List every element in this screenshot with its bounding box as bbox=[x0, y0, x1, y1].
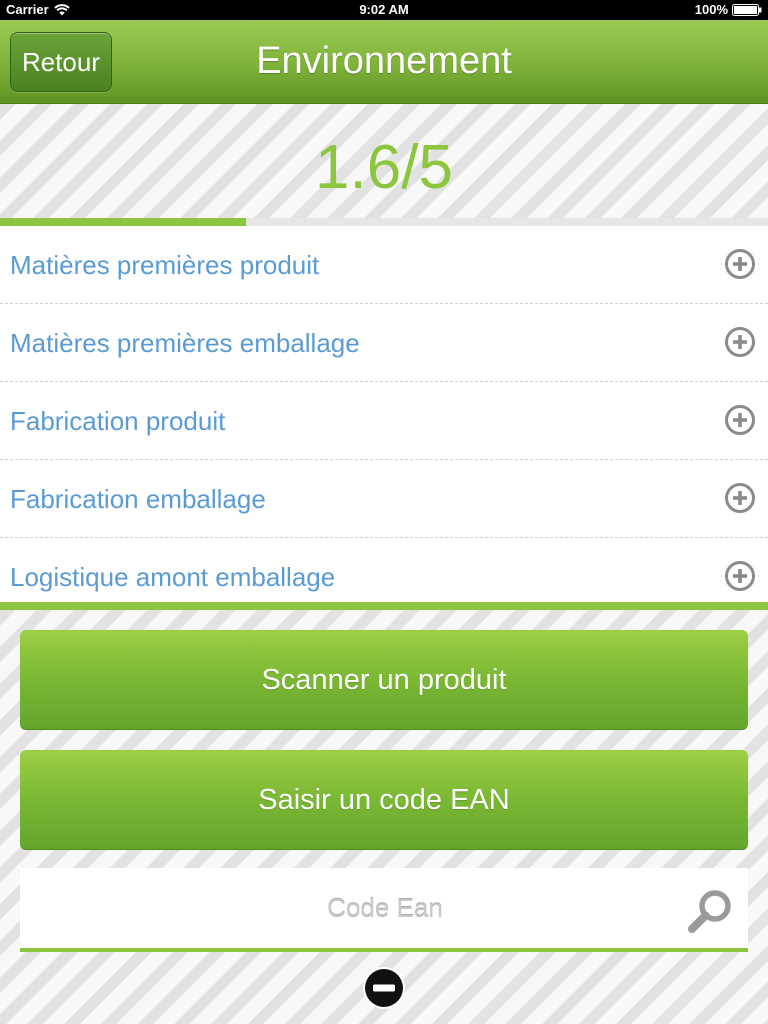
score-panel: 1.6/5 bbox=[0, 104, 768, 218]
navigation-bar: Retour Environnement bbox=[0, 20, 768, 104]
plus-circle-icon[interactable] bbox=[724, 482, 756, 514]
battery-percentage: 100% bbox=[694, 2, 728, 17]
enter-ean-button[interactable]: Saisir un code EAN bbox=[20, 750, 748, 850]
criteria-list: Matières premières produit Matières prem… bbox=[0, 226, 768, 602]
plus-circle-icon[interactable] bbox=[724, 404, 756, 436]
page-title: Environnement bbox=[256, 40, 512, 82]
actions-panel: Scanner un produit Saisir un code EAN bbox=[0, 610, 768, 1024]
list-item-label: Fabrication emballage bbox=[10, 484, 266, 514]
list-item-label: Logistique amont emballage bbox=[10, 562, 336, 592]
score-progress-fill bbox=[0, 218, 246, 226]
list-item[interactable]: Fabrication emballage bbox=[0, 460, 768, 538]
list-item-label: Fabrication produit bbox=[10, 406, 226, 436]
ean-input[interactable] bbox=[20, 868, 670, 948]
score-value: 1.6/5 bbox=[315, 133, 453, 202]
score-progress-bar bbox=[0, 218, 768, 226]
plus-circle-icon[interactable] bbox=[724, 326, 756, 358]
minus-circle-icon[interactable] bbox=[362, 966, 406, 1010]
search-icon[interactable] bbox=[686, 886, 736, 936]
list-item[interactable]: Matières premières produit bbox=[0, 226, 768, 304]
clock: 9:02 AM bbox=[359, 2, 409, 17]
list-divider bbox=[0, 602, 768, 610]
status-bar: Carrier 9:02 AM 100% bbox=[0, 0, 768, 20]
plus-circle-icon[interactable] bbox=[724, 248, 756, 280]
ean-search-field bbox=[20, 868, 748, 952]
scan-product-button[interactable]: Scanner un produit bbox=[20, 630, 748, 730]
plus-circle-icon[interactable] bbox=[724, 560, 756, 592]
list-item[interactable]: Fabrication produit bbox=[0, 382, 768, 460]
battery-icon bbox=[732, 4, 762, 16]
list-item[interactable]: Logistique amont emballage bbox=[0, 538, 768, 602]
list-item-label: Matières premières produit bbox=[10, 250, 320, 280]
list-item-label: Matières premières emballage bbox=[10, 328, 360, 358]
list-item[interactable]: Matières premières emballage bbox=[0, 304, 768, 382]
